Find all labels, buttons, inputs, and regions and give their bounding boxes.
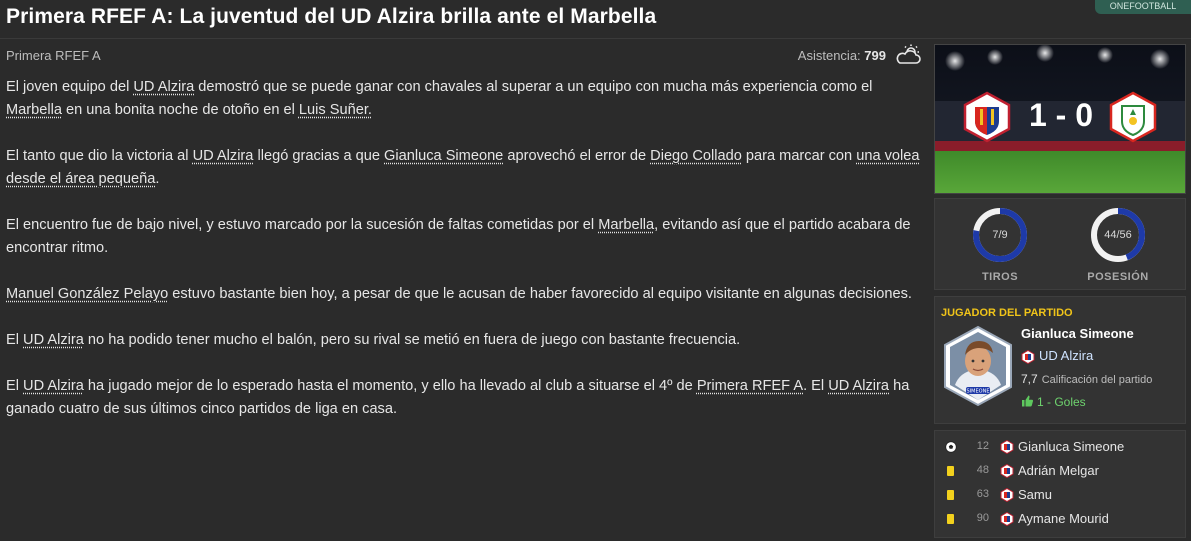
motm-goals-text: 1 - Goles	[1037, 395, 1086, 409]
referee-link[interactable]: Manuel González Pelayo	[6, 286, 168, 302]
rating-label: Calificación del partido	[1041, 374, 1153, 386]
competition-name: Primera RFEF A	[6, 48, 101, 63]
article-headline: Primera RFEF A: La juventud del UD Alzir…	[6, 5, 657, 28]
competition-link[interactable]: Primera RFEF A	[697, 378, 803, 394]
event-player[interactable]: Aymane Mourid	[1018, 511, 1109, 526]
event-row[interactable]: 90 Aymane Mourid	[935, 509, 1187, 531]
team-link-ud-alzira[interactable]: UD Alzira	[23, 378, 84, 394]
event-row[interactable]: 63 Samu	[935, 485, 1187, 507]
event-minute: 63	[976, 488, 989, 500]
motm-rating: 7,7 Calificación del partido	[1021, 372, 1152, 386]
event-minute: 90	[976, 512, 989, 524]
partly-cloudy-icon	[896, 44, 921, 64]
motm-goals: 1 - Goles	[1021, 395, 1086, 409]
team-link-ud-alzira[interactable]: UD Alzira	[133, 79, 194, 95]
event-minute: 48	[976, 464, 989, 476]
yellow-card-icon	[947, 490, 954, 500]
ud-alzira-crest-icon	[1000, 440, 1014, 454]
ud-alzira-crest-icon	[1000, 464, 1014, 478]
team-link-ud-alzira[interactable]: UD Alzira	[23, 332, 84, 348]
event-row[interactable]: 48 Adrián Melgar	[935, 461, 1187, 483]
motm-title: JUGADOR DEL PARTIDO	[941, 307, 1073, 319]
motm-club[interactable]: UD Alzira	[1021, 348, 1093, 364]
team-link-marbella[interactable]: Marbella	[598, 217, 654, 233]
yellow-card-icon	[947, 514, 954, 524]
possession-value: 44/56	[1104, 229, 1132, 241]
soccer-ball-icon	[945, 441, 957, 453]
motm-player-name[interactable]: Gianluca Simeone	[1021, 326, 1134, 341]
rating-value: 7,7	[1021, 372, 1038, 386]
attendance-value: 799	[864, 48, 886, 63]
event-player[interactable]: Gianluca Simeone	[1018, 439, 1124, 454]
ud-alzira-crest-icon	[1000, 512, 1014, 526]
ud-alzira-crest-icon	[1000, 488, 1014, 502]
match-meta-row: Primera RFEF A Asistencia: 799	[6, 44, 922, 64]
player-photo[interactable]: SIMEONE	[941, 325, 1015, 407]
stadium-link[interactable]: Luis Suñer.	[299, 102, 372, 118]
shots-stat: 7/9 TIROS	[969, 205, 1031, 283]
article-paragraph: El encuentro fue de bajo nivel, y estuvo…	[6, 217, 911, 256]
team-link-marbella[interactable]: Marbella	[6, 102, 62, 118]
team-link-ud-alzira[interactable]: UD Alzira	[193, 148, 254, 164]
article-paragraph: El UD Alzira ha jugado mejor de lo esper…	[6, 378, 910, 417]
yellow-card-icon	[947, 466, 954, 476]
attendance: Asistencia: 799	[798, 48, 886, 63]
possession-stat: 44/56 POSESIÓN	[1087, 205, 1149, 283]
possession-label: POSESIÓN	[1087, 271, 1149, 283]
event-minute: 12	[976, 440, 989, 452]
article-paragraph: El tanto que dio la victoria al UD Alzir…	[6, 148, 920, 187]
event-row[interactable]: 12 Gianluca Simeone	[935, 437, 1187, 459]
team-link-ud-alzira[interactable]: UD Alzira	[828, 378, 889, 394]
marbella-crest-icon[interactable]	[1107, 91, 1159, 143]
shots-label: TIROS	[981, 271, 1019, 283]
event-player[interactable]: Adrián Melgar	[1018, 463, 1099, 478]
article-body: El joven equipo del UD Alzira demostró q…	[6, 76, 926, 444]
motm-club-name[interactable]: UD Alzira	[1039, 348, 1093, 363]
source-tag[interactable]: ONEFOOTBALL	[1095, 0, 1191, 14]
player-of-the-match-card[interactable]: JUGADOR DEL PARTIDO SIMEONE Gianluca Sim…	[934, 296, 1186, 424]
event-player[interactable]: Samu	[1018, 487, 1052, 502]
article-paragraph: Manuel González Pelayo estuvo bastante b…	[6, 286, 912, 302]
article-paragraph: El UD Alzira no ha podido tener mucho el…	[6, 332, 741, 348]
match-events-card: 12 Gianluca Simeone 48 Adrián Melgar 63 …	[934, 430, 1186, 538]
header-divider	[0, 38, 1191, 39]
shots-value: 7/9	[992, 229, 1008, 241]
attendance-label: Asistencia:	[797, 48, 861, 63]
score-card[interactable]: 1 - 0	[934, 44, 1186, 194]
match-stats-card: 7/9 TIROS 44/56 POSESIÓN	[934, 198, 1186, 290]
article-paragraph: El joven equipo del UD Alzira demostró q…	[6, 79, 873, 118]
shirt-label: SIMEONE	[967, 389, 990, 395]
player-link-diego-collado[interactable]: Diego Collado	[650, 148, 742, 164]
player-link-gianluca-simeone[interactable]: Gianluca Simeone	[384, 148, 503, 164]
thumbs-up-icon	[1022, 395, 1034, 407]
ud-alzira-crest-icon	[1021, 349, 1035, 364]
